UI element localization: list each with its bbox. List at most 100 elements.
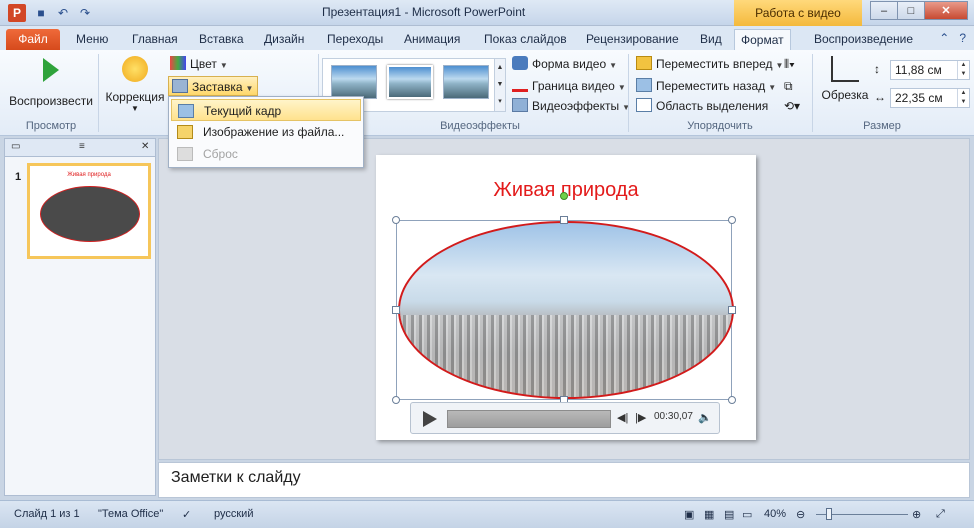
redo-icon[interactable]: ↷: [76, 4, 94, 22]
video-style-thumb[interactable]: [331, 65, 377, 99]
help-icon[interactable]: ?: [959, 31, 966, 45]
save-icon[interactable]: ■: [32, 4, 50, 22]
video-tools-context-label: Работа с видео: [734, 0, 862, 26]
zoom-slider-knob[interactable]: [826, 508, 832, 520]
outline-tab-icon[interactable]: ≡: [79, 141, 85, 152]
zoom-level[interactable]: 40%: [764, 508, 786, 520]
step-forward-icon[interactable]: |▶: [635, 411, 646, 424]
minimize-ribbon-icon[interactable]: ⌃: [939, 31, 949, 45]
resize-handle[interactable]: [392, 396, 400, 404]
tab-insert[interactable]: Вставка: [199, 29, 244, 50]
play-button[interactable]: Воспроизвести: [8, 56, 94, 108]
tab-design[interactable]: Дизайн: [264, 29, 304, 50]
ribbon-separator: [98, 54, 99, 132]
height-field[interactable]: 11,88 см ▲ ▼: [890, 60, 970, 80]
effects-icon: [512, 98, 528, 112]
window-controls: – □ ✕: [870, 1, 968, 20]
color-icon: [170, 56, 186, 70]
bring-forward-button[interactable]: Переместить вперед ▼: [636, 54, 783, 74]
resize-handle[interactable]: [728, 306, 736, 314]
crop-button[interactable]: Обрезка: [818, 56, 872, 102]
frame-icon: [178, 104, 194, 118]
tab-animation[interactable]: Анимация: [404, 29, 460, 50]
close-pane-icon[interactable]: ✕: [141, 141, 149, 152]
slideshow-view-icon[interactable]: ▭: [742, 508, 752, 521]
fit-to-window-icon[interactable]: ⤢: [936, 508, 945, 521]
crop-label: Обрезка: [821, 88, 869, 102]
rotate-button[interactable]: ⟲▾: [784, 96, 800, 116]
height-spinner[interactable]: ▲ ▼: [957, 61, 969, 79]
video-style-thumb[interactable]: [387, 65, 433, 99]
correction-button[interactable]: Коррекция ▼: [104, 56, 166, 113]
video-player-controls: ◀| |▶ 00:30,07 🔈: [410, 402, 720, 434]
width-field[interactable]: 22,35 см ▲ ▼: [890, 88, 970, 108]
player-time: 00:30,07: [654, 411, 693, 422]
video-progress-track[interactable]: [447, 410, 611, 428]
ribbon-separator: [812, 54, 813, 132]
color-label: Цвет: [190, 57, 217, 71]
video-style-thumb[interactable]: [443, 65, 489, 99]
width-icon: ↔: [874, 90, 886, 104]
zoom-out-button[interactable]: ⊖: [796, 508, 805, 521]
ribbon: Воспроизвести Просмотр Коррекция ▼ Цвет ▼…: [0, 50, 974, 136]
poster-frame-button[interactable]: Заставка ▼: [168, 76, 259, 96]
gallery-scroll[interactable]: ▲ ▼ ▾: [494, 58, 506, 112]
video-object[interactable]: [398, 221, 734, 399]
ribbon-tabs: Файл Меню Главная Вставка Дизайн Переход…: [0, 26, 974, 50]
chevron-down-icon: ▼: [131, 104, 139, 113]
menu-item-image-from-file[interactable]: Изображение из файла...: [171, 121, 361, 143]
send-backward-icon: [636, 78, 652, 92]
tab-review[interactable]: Рецензирование: [586, 29, 679, 50]
resize-handle[interactable]: [560, 216, 568, 224]
rotate-handle[interactable]: [560, 192, 568, 200]
close-button[interactable]: ✕: [924, 1, 968, 20]
width-value: 22,35 см: [895, 91, 943, 105]
tab-view[interactable]: Вид: [700, 29, 722, 50]
video-border-button[interactable]: Граница видео ▼: [512, 76, 626, 96]
minimize-button[interactable]: –: [870, 1, 898, 20]
reading-view-icon[interactable]: ▤: [724, 508, 734, 521]
ribbon-separator: [628, 54, 629, 132]
shapes-icon: [512, 56, 528, 70]
theme-name[interactable]: "Тема Office": [98, 508, 163, 520]
slides-pane: ▭ ≡ ✕ 1 Живая природа: [4, 138, 156, 496]
slide-sorter-icon[interactable]: ▦: [704, 508, 714, 521]
play-icon[interactable]: [423, 411, 437, 427]
undo-icon[interactable]: ↶: [54, 4, 72, 22]
send-backward-button[interactable]: Переместить назад ▼: [636, 76, 776, 96]
menu-item-current-frame[interactable]: Текущий кадр: [171, 99, 361, 121]
align-button[interactable]: ⫴▾: [784, 54, 795, 74]
tab-playback[interactable]: Воспроизведение: [814, 29, 913, 50]
tab-slideshow[interactable]: Показ слайдов: [484, 29, 567, 50]
video-effects-button[interactable]: Видеоэффекты ▼: [512, 96, 630, 116]
tab-format[interactable]: Формат: [734, 29, 791, 50]
video-shape-button[interactable]: Форма видео ▼: [512, 54, 617, 74]
group-button[interactable]: ⧉: [784, 76, 793, 96]
tab-menu[interactable]: Меню: [76, 29, 108, 50]
color-button[interactable]: Цвет ▼: [170, 54, 228, 74]
maximize-button[interactable]: □: [897, 1, 925, 20]
zoom-in-button[interactable]: ⊕: [912, 508, 921, 521]
tab-home[interactable]: Главная: [132, 29, 178, 50]
spellcheck-icon[interactable]: ✓: [182, 508, 191, 521]
resize-handle[interactable]: [392, 216, 400, 224]
slide-thumbnail[interactable]: Живая природа: [27, 163, 151, 259]
tab-file[interactable]: Файл: [6, 29, 60, 50]
normal-view-icon[interactable]: ▣: [684, 508, 694, 521]
notes-pane[interactable]: Заметки к слайду: [158, 462, 970, 498]
bring-forward-icon: [636, 56, 652, 70]
slide-canvas[interactable]: Живая природа ◀| |▶ 00:30,07 🔈: [376, 155, 756, 440]
selection-pane-button[interactable]: Область выделения: [636, 96, 768, 116]
group-icon: ⧉: [784, 79, 793, 93]
volume-icon[interactable]: 🔈: [698, 411, 712, 424]
sun-icon: [122, 56, 148, 82]
step-back-icon[interactable]: ◀|: [617, 411, 628, 424]
resize-handle[interactable]: [728, 216, 736, 224]
slides-tab-icon[interactable]: ▭: [11, 141, 20, 152]
width-spinner[interactable]: ▲ ▼: [957, 89, 969, 107]
tab-transitions[interactable]: Переходы: [327, 29, 383, 50]
resize-handle[interactable]: [728, 396, 736, 404]
language-indicator[interactable]: русский: [214, 508, 253, 520]
resize-handle[interactable]: [392, 306, 400, 314]
powerpoint-app-icon[interactable]: P: [8, 4, 26, 22]
